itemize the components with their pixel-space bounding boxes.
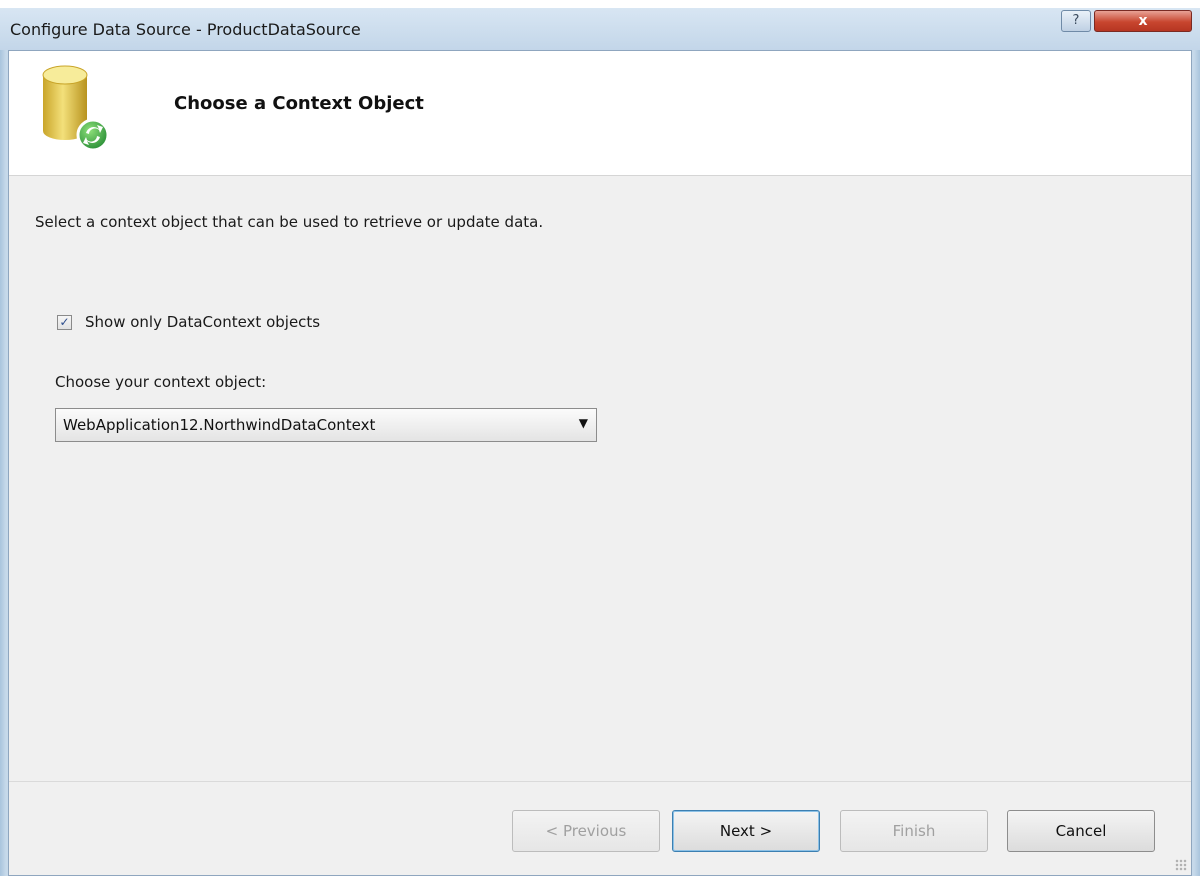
show-datacontext-checkbox[interactable]: ✓ — [57, 315, 72, 330]
previous-button[interactable]: < Previous — [512, 810, 660, 852]
help-button[interactable]: ? — [1061, 10, 1091, 32]
button-separator — [9, 781, 1191, 782]
finish-button[interactable]: Finish — [840, 810, 988, 852]
database-refresh-icon — [42, 65, 110, 152]
description-text: Select a context object that can be used… — [35, 213, 544, 231]
context-object-label: Choose your context object: — [55, 373, 267, 391]
context-object-value: WebApplication12.NorthwindDataContext — [63, 416, 376, 434]
dialog-client: Choose a Context Object Select a context… — [8, 50, 1192, 876]
page-heading: Choose a Context Object — [174, 93, 424, 114]
next-button[interactable]: Next > — [672, 810, 820, 852]
context-object-select[interactable]: WebApplication12.NorthwindDataContext ▼ — [55, 408, 597, 442]
resize-grip-icon[interactable] — [1175, 859, 1187, 871]
close-button[interactable]: x — [1094, 10, 1192, 32]
chevron-down-icon[interactable]: ▼ — [579, 416, 588, 430]
dialog-window: Configure Data Source - ProductDataSourc… — [0, 8, 1200, 876]
wizard-header: Choose a Context Object — [9, 51, 1191, 176]
cancel-button[interactable]: Cancel — [1007, 810, 1155, 852]
show-datacontext-label[interactable]: Show only DataContext objects — [85, 313, 320, 331]
window-title: Configure Data Source - ProductDataSourc… — [10, 20, 361, 39]
title-bar[interactable]: Configure Data Source - ProductDataSourc… — [0, 8, 1200, 50]
